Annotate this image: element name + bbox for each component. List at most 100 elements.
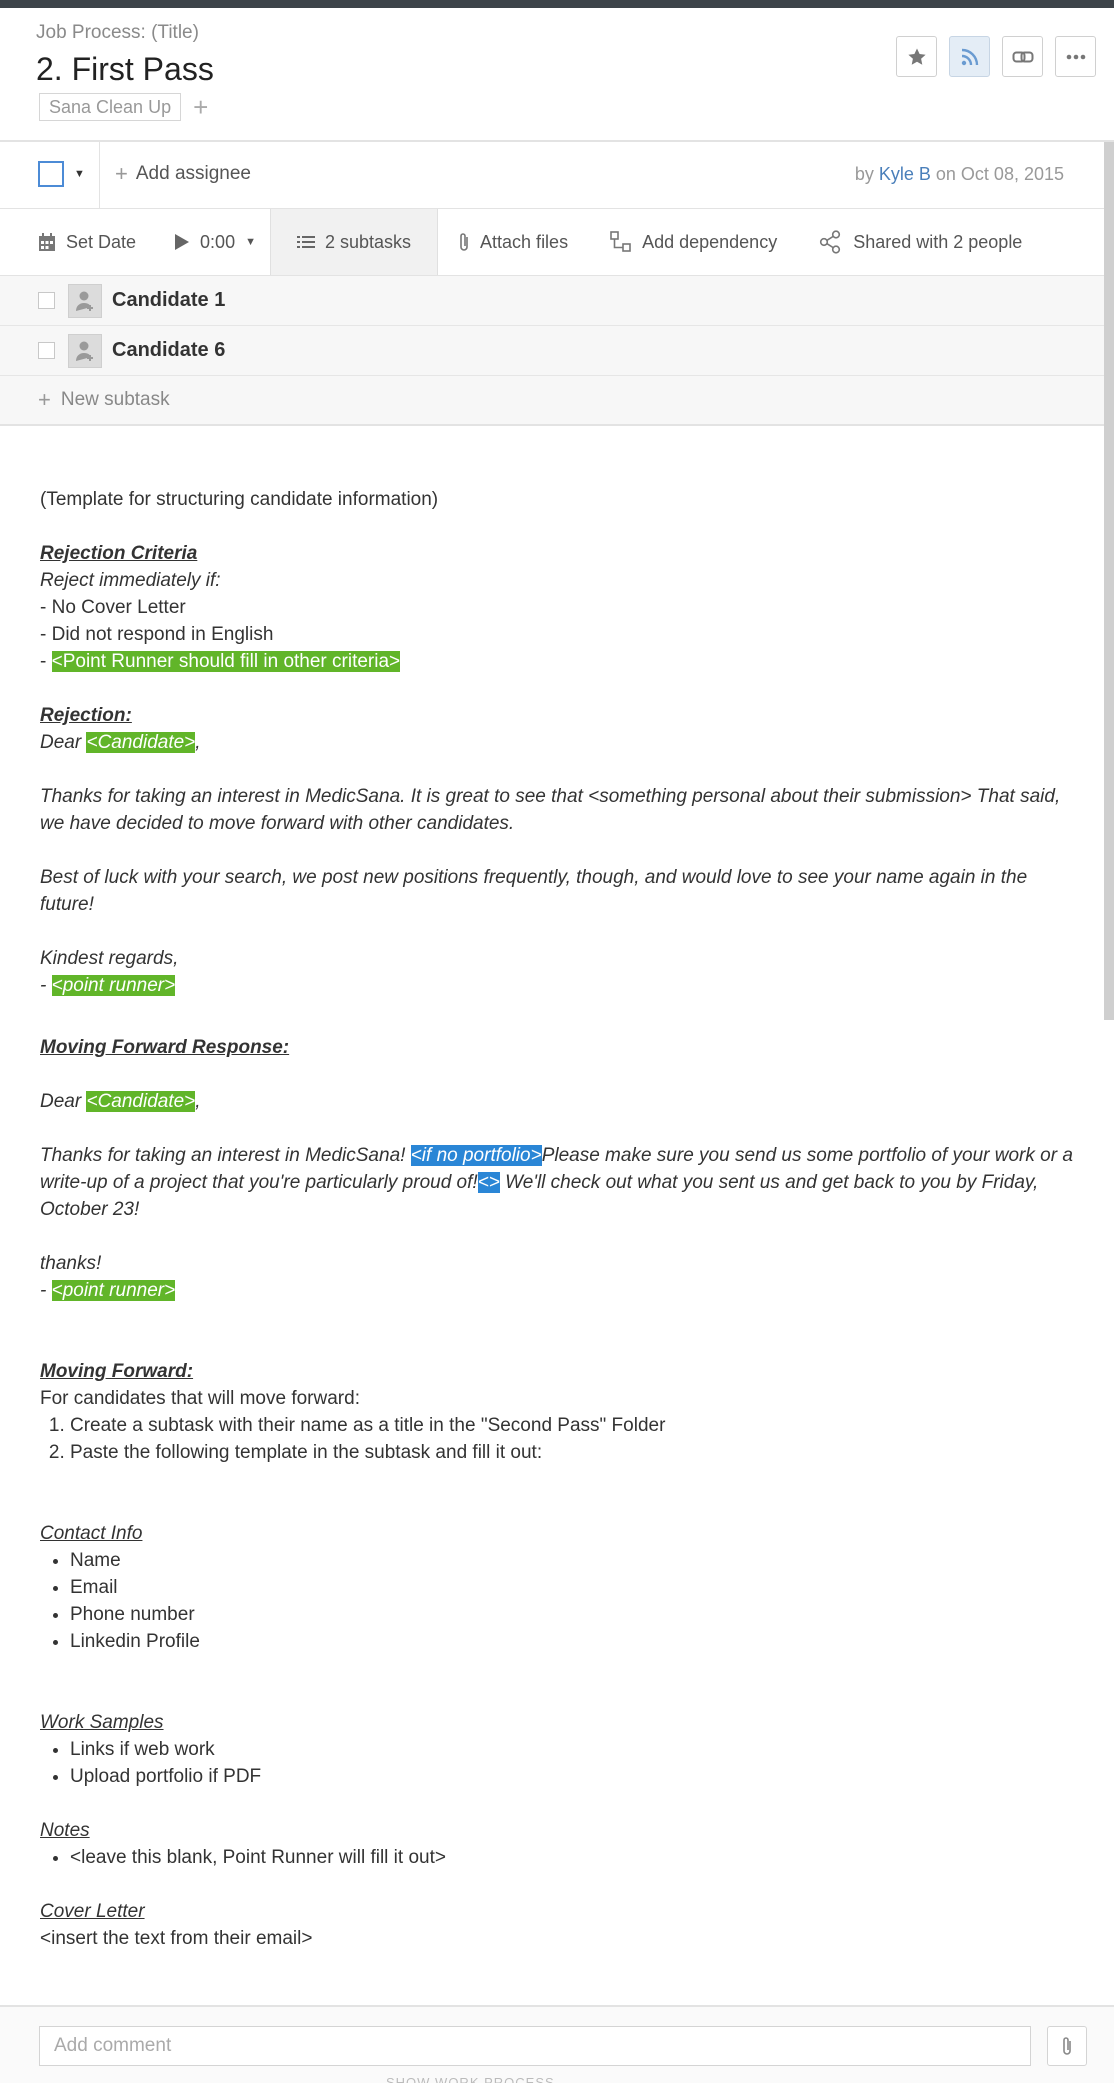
task-status-checkbox[interactable] <box>38 161 64 187</box>
timer-button[interactable]: 0:00 ▼ <box>150 209 270 275</box>
signoff: thanks! <box>40 1253 102 1274</box>
plus-icon: + <box>38 387 51 412</box>
subtask-checkbox[interactable] <box>38 292 55 309</box>
play-icon <box>175 234 190 250</box>
paperclip-icon <box>460 233 468 251</box>
list-item: Links if web work <box>70 1736 1080 1763</box>
highlight: <Candidate> <box>86 1091 196 1112</box>
list-item: Name <box>70 1547 1080 1574</box>
list-item: Create a subtask with their name as a ti… <box>70 1412 1080 1439</box>
rejection-greeting: Dear <Candidate>, <box>40 732 201 753</box>
moving-forward-heading: Moving Forward: <box>40 1361 194 1382</box>
author-link[interactable]: Kyle B <box>879 164 931 184</box>
set-date-button[interactable]: Set Date <box>0 209 150 275</box>
tag-row: Sana Clean Up + <box>39 93 208 121</box>
intro-text: (Template for structuring candidate info… <box>40 489 439 510</box>
signature: - <point runner> <box>40 1280 176 1301</box>
subtask-checkbox[interactable] <box>38 342 55 359</box>
by-label: by <box>854 164 874 184</box>
highlight: <Candidate> <box>86 732 196 753</box>
highlight: <if no portfolio> <box>410 1145 542 1166</box>
comment-input[interactable]: Add comment <box>39 2026 1031 2066</box>
assign-avatar[interactable] <box>68 333 102 368</box>
subtasks-label: 2 subtasks <box>324 231 412 252</box>
add-dependency-label: Add dependency <box>642 231 778 252</box>
timer-value: 0:00 <box>200 231 236 252</box>
breadcrumb[interactable]: Job Process: (Title) <box>36 22 199 44</box>
attach-files-button[interactable]: Attach files <box>438 209 582 275</box>
assignee-row: ▼ + Add assignee by Kyle B on Oct 08, 20… <box>0 142 1104 209</box>
criteria-item: - No Cover Letter <box>40 597 186 618</box>
signoff: Kindest regards, <box>40 948 179 969</box>
forward-greeting: Dear <Candidate>, <box>40 1091 201 1112</box>
work-list: Links if web work Upload portfolio if PD… <box>70 1736 1080 1790</box>
list-item: Linkedin Profile <box>70 1628 1080 1655</box>
chevron-down-icon[interactable]: ▼ <box>74 168 85 180</box>
add-assignee-button[interactable]: + Add assignee <box>115 163 251 185</box>
user-add-icon <box>76 291 93 311</box>
task-description[interactable]: (Template for structuring candidate info… <box>40 486 1080 1952</box>
subtask-row[interactable]: Candidate 1 <box>0 276 1104 326</box>
star-icon <box>907 48 926 65</box>
new-subtask-button[interactable]: + New subtask <box>0 376 1104 426</box>
rejection-criteria-heading: Rejection Criteria <box>40 543 198 564</box>
list-item: Upload portfolio if PDF <box>70 1763 1080 1790</box>
forward-paragraph: Thanks for taking an interest in MedicSa… <box>40 1145 1073 1220</box>
comment-bar: Add comment SHOW WORK PROCESS <box>0 2005 1114 2083</box>
chevron-down-icon[interactable]: ▼ <box>245 236 256 248</box>
task-title[interactable]: 2. First Pass <box>36 51 214 88</box>
signature: - <point runner> <box>40 975 176 996</box>
more-button[interactable] <box>1055 36 1096 77</box>
work-samples-heading: Work Samples <box>40 1712 164 1733</box>
folder-tag[interactable]: Sana Clean Up <box>39 93 182 121</box>
work-process-footer[interactable]: SHOW WORK PROCESS <box>386 2075 555 2083</box>
highlight: <Point Runner should fill in other crite… <box>51 651 401 672</box>
assign-avatar[interactable] <box>68 283 102 318</box>
app-top-bar <box>0 0 1114 8</box>
criteria-item: - Did not respond in English <box>40 624 274 645</box>
subtask-name[interactable]: Candidate 1 <box>112 289 225 312</box>
list-item: Phone number <box>70 1601 1080 1628</box>
subtasks-button[interactable]: 2 subtasks <box>269 209 439 275</box>
comment-attach-button[interactable] <box>1047 2026 1087 2066</box>
dependency-icon <box>610 231 631 252</box>
criteria-item: - <Point Runner should fill in other cri… <box>40 651 401 672</box>
divider <box>99 142 100 208</box>
add-assignee-label: Add assignee <box>135 163 252 184</box>
subtask-row[interactable]: Candidate 6 <box>0 326 1104 376</box>
scrollbar[interactable] <box>1104 142 1114 1020</box>
rejection-paragraph: Thanks for taking an interest in MedicSa… <box>40 786 1061 834</box>
copy-link-button[interactable] <box>1002 36 1043 77</box>
paperclip-icon <box>1063 2037 1071 2055</box>
rejection-heading: Rejection: <box>40 705 132 726</box>
header-actions <box>896 36 1096 77</box>
shared-label: Shared with 2 people <box>853 231 1023 252</box>
star-button[interactable] <box>896 36 937 77</box>
list-item: Paste the following template in the subt… <box>70 1439 1080 1466</box>
task-toolbar: Set Date 0:00 ▼ 2 subtasks Attach files … <box>0 209 1104 276</box>
list-icon <box>296 236 315 248</box>
share-button[interactable]: Shared with 2 people <box>791 209 1036 275</box>
reject-if-text: Reject immediately if: <box>40 570 221 591</box>
add-dependency-button[interactable]: Add dependency <box>582 209 791 275</box>
user-add-icon <box>76 341 93 361</box>
list-item: Email <box>70 1574 1080 1601</box>
rss-icon <box>961 48 978 65</box>
contact-list: Name Email Phone number Linkedin Profile <box>70 1547 1080 1655</box>
more-icon <box>1066 54 1085 59</box>
contact-info-heading: Contact Info <box>40 1523 143 1544</box>
follow-button[interactable] <box>949 36 990 77</box>
moving-forward-intro: For candidates that will move forward: <box>40 1388 360 1409</box>
plus-icon: + <box>115 161 128 186</box>
highlight: <> <box>477 1172 500 1193</box>
status-selector[interactable]: ▼ <box>38 161 85 187</box>
subtask-name[interactable]: Candidate 6 <box>112 339 225 362</box>
list-item: <leave this blank, Point Runner will fil… <box>70 1844 1080 1871</box>
task-header: Job Process: (Title) 2. First Pass Sana … <box>0 8 1114 142</box>
highlight: <point runner> <box>51 975 176 996</box>
notes-heading: Notes <box>40 1820 90 1841</box>
calendar-icon <box>39 232 55 251</box>
attach-files-label: Attach files <box>480 231 569 252</box>
add-tag-button[interactable]: + <box>193 94 208 120</box>
set-date-label: Set Date <box>66 231 137 252</box>
